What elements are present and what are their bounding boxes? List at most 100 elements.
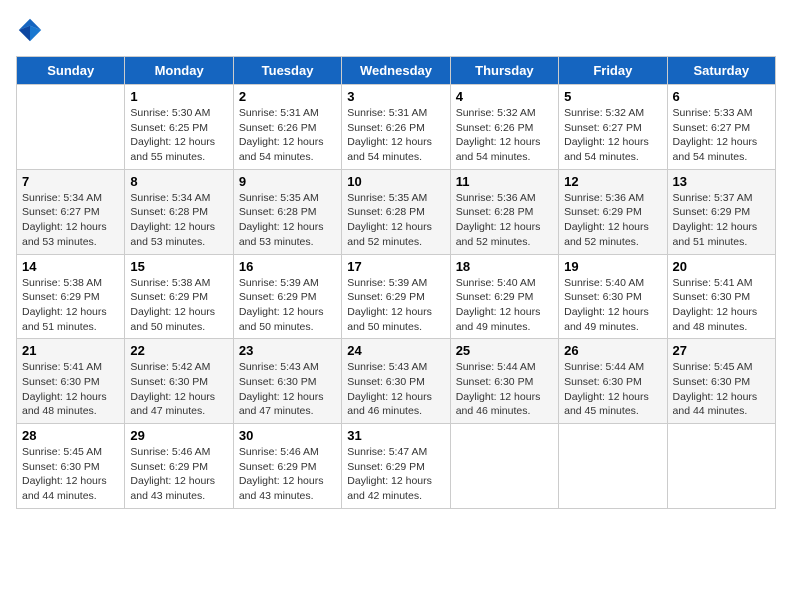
calendar-cell: 21Sunrise: 5:41 AM Sunset: 6:30 PM Dayli… (17, 339, 125, 424)
calendar-cell: 31 Sunrise: 5:47 AM Sunset: 6:29 PM Dayli… (342, 424, 450, 509)
calendar-cell: 11 Sunrise: 5:36 AM Sunset: 6:28 PM Dayli… (450, 169, 558, 254)
calendar-cell: 26 Sunrise: 5:44 AM Sunset: 6:30 PM Dayli… (559, 339, 667, 424)
day-number: 17 (347, 259, 444, 274)
calendar-cell: 27 Sunrise: 5:45 AM Sunset: 6:30 PM Dayli… (667, 339, 775, 424)
calendar-cell: 14Sunrise: 5:38 AM Sunset: 6:29 PM Dayli… (17, 254, 125, 339)
day-number: 11 (456, 174, 553, 189)
calendar-cell: 6Sunrise: 5:33 AM Sunset: 6:27 PM Daylig… (667, 85, 775, 170)
day-info: Sunrise: 5:31 AM Sunset: 6:26 PM Dayligh… (239, 106, 336, 165)
day-info: Sunrise: 5:36 AM Sunset: 6:28 PM Dayligh… (456, 191, 553, 250)
day-info: Sunrise: 5:39 AM Sunset: 6:29 PM Dayligh… (239, 276, 336, 335)
day-number: 20 (673, 259, 770, 274)
day-info: Sunrise: 5:34 AM Sunset: 6:27 PM Dayligh… (22, 191, 119, 250)
calendar-cell: 2Sunrise: 5:31 AM Sunset: 6:26 PM Daylig… (233, 85, 341, 170)
day-number: 1 (130, 89, 227, 104)
day-info: Sunrise: 5:40 AM Sunset: 6:29 PM Dayligh… (456, 276, 553, 335)
calendar-cell (450, 424, 558, 509)
day-info: Sunrise: 5:46 AM Sunset: 6:29 PM Dayligh… (130, 445, 227, 504)
day-number: 21 (22, 343, 119, 358)
day-info: Sunrise: 5:43 AM Sunset: 6:30 PM Dayligh… (239, 360, 336, 419)
calendar-cell: 9 Sunrise: 5:35 AM Sunset: 6:28 PM Daylig… (233, 169, 341, 254)
calendar-cell: 19 Sunrise: 5:40 AM Sunset: 6:30 PM Dayli… (559, 254, 667, 339)
week-row-3: 14Sunrise: 5:38 AM Sunset: 6:29 PM Dayli… (17, 254, 776, 339)
day-info: Sunrise: 5:31 AM Sunset: 6:26 PM Dayligh… (347, 106, 444, 165)
calendar-cell: 7 Sunrise: 5:34 AM Sunset: 6:27 PM Daylig… (17, 169, 125, 254)
day-info: Sunrise: 5:30 AM Sunset: 6:25 PM Dayligh… (130, 106, 227, 165)
day-info: Sunrise: 5:44 AM Sunset: 6:30 PM Dayligh… (564, 360, 661, 419)
day-info: Sunrise: 5:44 AM Sunset: 6:30 PM Dayligh… (456, 360, 553, 419)
day-info: Sunrise: 5:47 AM Sunset: 6:29 PM Dayligh… (347, 445, 444, 504)
calendar-cell: 29 Sunrise: 5:46 AM Sunset: 6:29 PM Dayli… (125, 424, 233, 509)
day-number: 12 (564, 174, 661, 189)
day-number: 29 (130, 428, 227, 443)
col-friday: Friday (559, 57, 667, 85)
week-row-2: 7 Sunrise: 5:34 AM Sunset: 6:27 PM Daylig… (17, 169, 776, 254)
calendar-cell: 24 Sunrise: 5:43 AM Sunset: 6:30 PM Dayli… (342, 339, 450, 424)
calendar-cell: 18Sunrise: 5:40 AM Sunset: 6:29 PM Dayli… (450, 254, 558, 339)
day-number: 16 (239, 259, 336, 274)
logo-icon (16, 16, 44, 44)
calendar-cell (17, 85, 125, 170)
week-row-5: 28 Sunrise: 5:45 AM Sunset: 6:30 PM Dayli… (17, 424, 776, 509)
day-info: Sunrise: 5:42 AM Sunset: 6:30 PM Dayligh… (130, 360, 227, 419)
day-number: 30 (239, 428, 336, 443)
calendar-cell: 5 Sunrise: 5:32 AM Sunset: 6:27 PM Daylig… (559, 85, 667, 170)
day-info: Sunrise: 5:35 AM Sunset: 6:28 PM Dayligh… (347, 191, 444, 250)
day-number: 4 (456, 89, 553, 104)
day-number: 5 (564, 89, 661, 104)
day-number: 19 (564, 259, 661, 274)
logo (16, 16, 48, 44)
day-number: 27 (673, 343, 770, 358)
day-number: 7 (22, 174, 119, 189)
col-wednesday: Wednesday (342, 57, 450, 85)
day-info: Sunrise: 5:33 AM Sunset: 6:27 PM Dayligh… (673, 106, 770, 165)
week-row-1: 1 Sunrise: 5:30 AM Sunset: 6:25 PM Daylig… (17, 85, 776, 170)
day-number: 28 (22, 428, 119, 443)
calendar-cell: 17Sunrise: 5:39 AM Sunset: 6:29 PM Dayli… (342, 254, 450, 339)
col-thursday: Thursday (450, 57, 558, 85)
day-info: Sunrise: 5:34 AM Sunset: 6:28 PM Dayligh… (130, 191, 227, 250)
col-monday: Monday (125, 57, 233, 85)
day-info: Sunrise: 5:38 AM Sunset: 6:29 PM Dayligh… (130, 276, 227, 335)
calendar-cell (667, 424, 775, 509)
col-sunday: Sunday (17, 57, 125, 85)
calendar-cell: 4 Sunrise: 5:32 AM Sunset: 6:26 PM Daylig… (450, 85, 558, 170)
day-info: Sunrise: 5:43 AM Sunset: 6:30 PM Dayligh… (347, 360, 444, 419)
calendar-cell: 1 Sunrise: 5:30 AM Sunset: 6:25 PM Daylig… (125, 85, 233, 170)
day-number: 31 (347, 428, 444, 443)
calendar-cell: 8 Sunrise: 5:34 AM Sunset: 6:28 PM Daylig… (125, 169, 233, 254)
day-info: Sunrise: 5:37 AM Sunset: 6:29 PM Dayligh… (673, 191, 770, 250)
day-info: Sunrise: 5:36 AM Sunset: 6:29 PM Dayligh… (564, 191, 661, 250)
day-number: 23 (239, 343, 336, 358)
calendar-cell: 28 Sunrise: 5:45 AM Sunset: 6:30 PM Dayli… (17, 424, 125, 509)
header-row: Sunday Monday Tuesday Wednesday Thursday… (17, 57, 776, 85)
calendar-header: Sunday Monday Tuesday Wednesday Thursday… (17, 57, 776, 85)
day-info: Sunrise: 5:45 AM Sunset: 6:30 PM Dayligh… (22, 445, 119, 504)
calendar-cell: 3 Sunrise: 5:31 AM Sunset: 6:26 PM Daylig… (342, 85, 450, 170)
calendar-cell: 30Sunrise: 5:46 AM Sunset: 6:29 PM Dayli… (233, 424, 341, 509)
day-info: Sunrise: 5:41 AM Sunset: 6:30 PM Dayligh… (673, 276, 770, 335)
day-number: 9 (239, 174, 336, 189)
col-tuesday: Tuesday (233, 57, 341, 85)
day-number: 10 (347, 174, 444, 189)
day-number: 13 (673, 174, 770, 189)
day-number: 24 (347, 343, 444, 358)
day-info: Sunrise: 5:32 AM Sunset: 6:27 PM Dayligh… (564, 106, 661, 165)
day-number: 22 (130, 343, 227, 358)
day-info: Sunrise: 5:38 AM Sunset: 6:29 PM Dayligh… (22, 276, 119, 335)
day-info: Sunrise: 5:40 AM Sunset: 6:30 PM Dayligh… (564, 276, 661, 335)
day-number: 8 (130, 174, 227, 189)
calendar-cell: 12 Sunrise: 5:36 AM Sunset: 6:29 PM Dayli… (559, 169, 667, 254)
calendar-cell: 25Sunrise: 5:44 AM Sunset: 6:30 PM Dayli… (450, 339, 558, 424)
week-row-4: 21Sunrise: 5:41 AM Sunset: 6:30 PM Dayli… (17, 339, 776, 424)
day-number: 3 (347, 89, 444, 104)
calendar-cell: 16 Sunrise: 5:39 AM Sunset: 6:29 PM Dayli… (233, 254, 341, 339)
calendar-cell: 22 Sunrise: 5:42 AM Sunset: 6:30 PM Dayli… (125, 339, 233, 424)
day-info: Sunrise: 5:32 AM Sunset: 6:26 PM Dayligh… (456, 106, 553, 165)
day-number: 26 (564, 343, 661, 358)
page-header (16, 16, 776, 44)
day-info: Sunrise: 5:45 AM Sunset: 6:30 PM Dayligh… (673, 360, 770, 419)
day-info: Sunrise: 5:35 AM Sunset: 6:28 PM Dayligh… (239, 191, 336, 250)
calendar-cell: 20 Sunrise: 5:41 AM Sunset: 6:30 PM Dayli… (667, 254, 775, 339)
calendar-body: 1 Sunrise: 5:30 AM Sunset: 6:25 PM Daylig… (17, 85, 776, 509)
